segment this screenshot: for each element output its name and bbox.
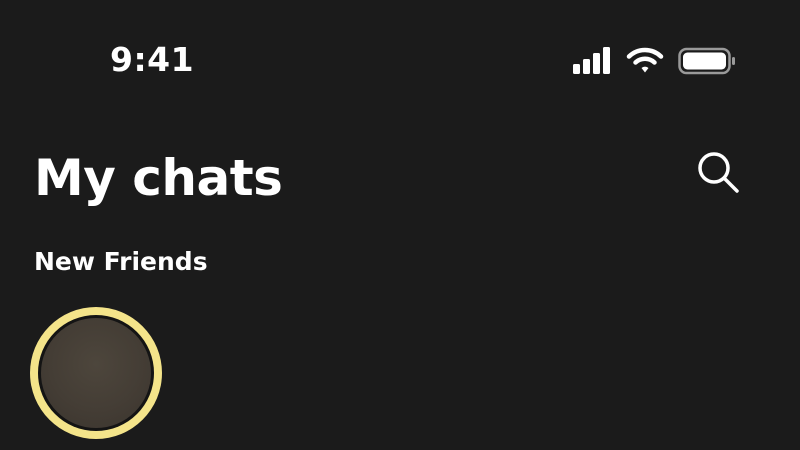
avatar-photo	[41, 318, 151, 428]
new-friends-heading: New Friends	[34, 247, 208, 276]
battery-icon	[678, 47, 735, 75]
cellular-signal-icon	[573, 47, 610, 74]
search-button[interactable]	[692, 146, 744, 198]
avatar-ring-gap	[38, 315, 154, 431]
page-title: My chats	[34, 149, 283, 207]
new-friend-avatar[interactable]	[30, 307, 162, 439]
status-time: 9:41	[110, 40, 195, 79]
status-icons	[572, 44, 736, 78]
search-icon	[698, 152, 739, 193]
status-bar: 9:41	[0, 0, 800, 110]
wifi-icon	[626, 47, 664, 73]
